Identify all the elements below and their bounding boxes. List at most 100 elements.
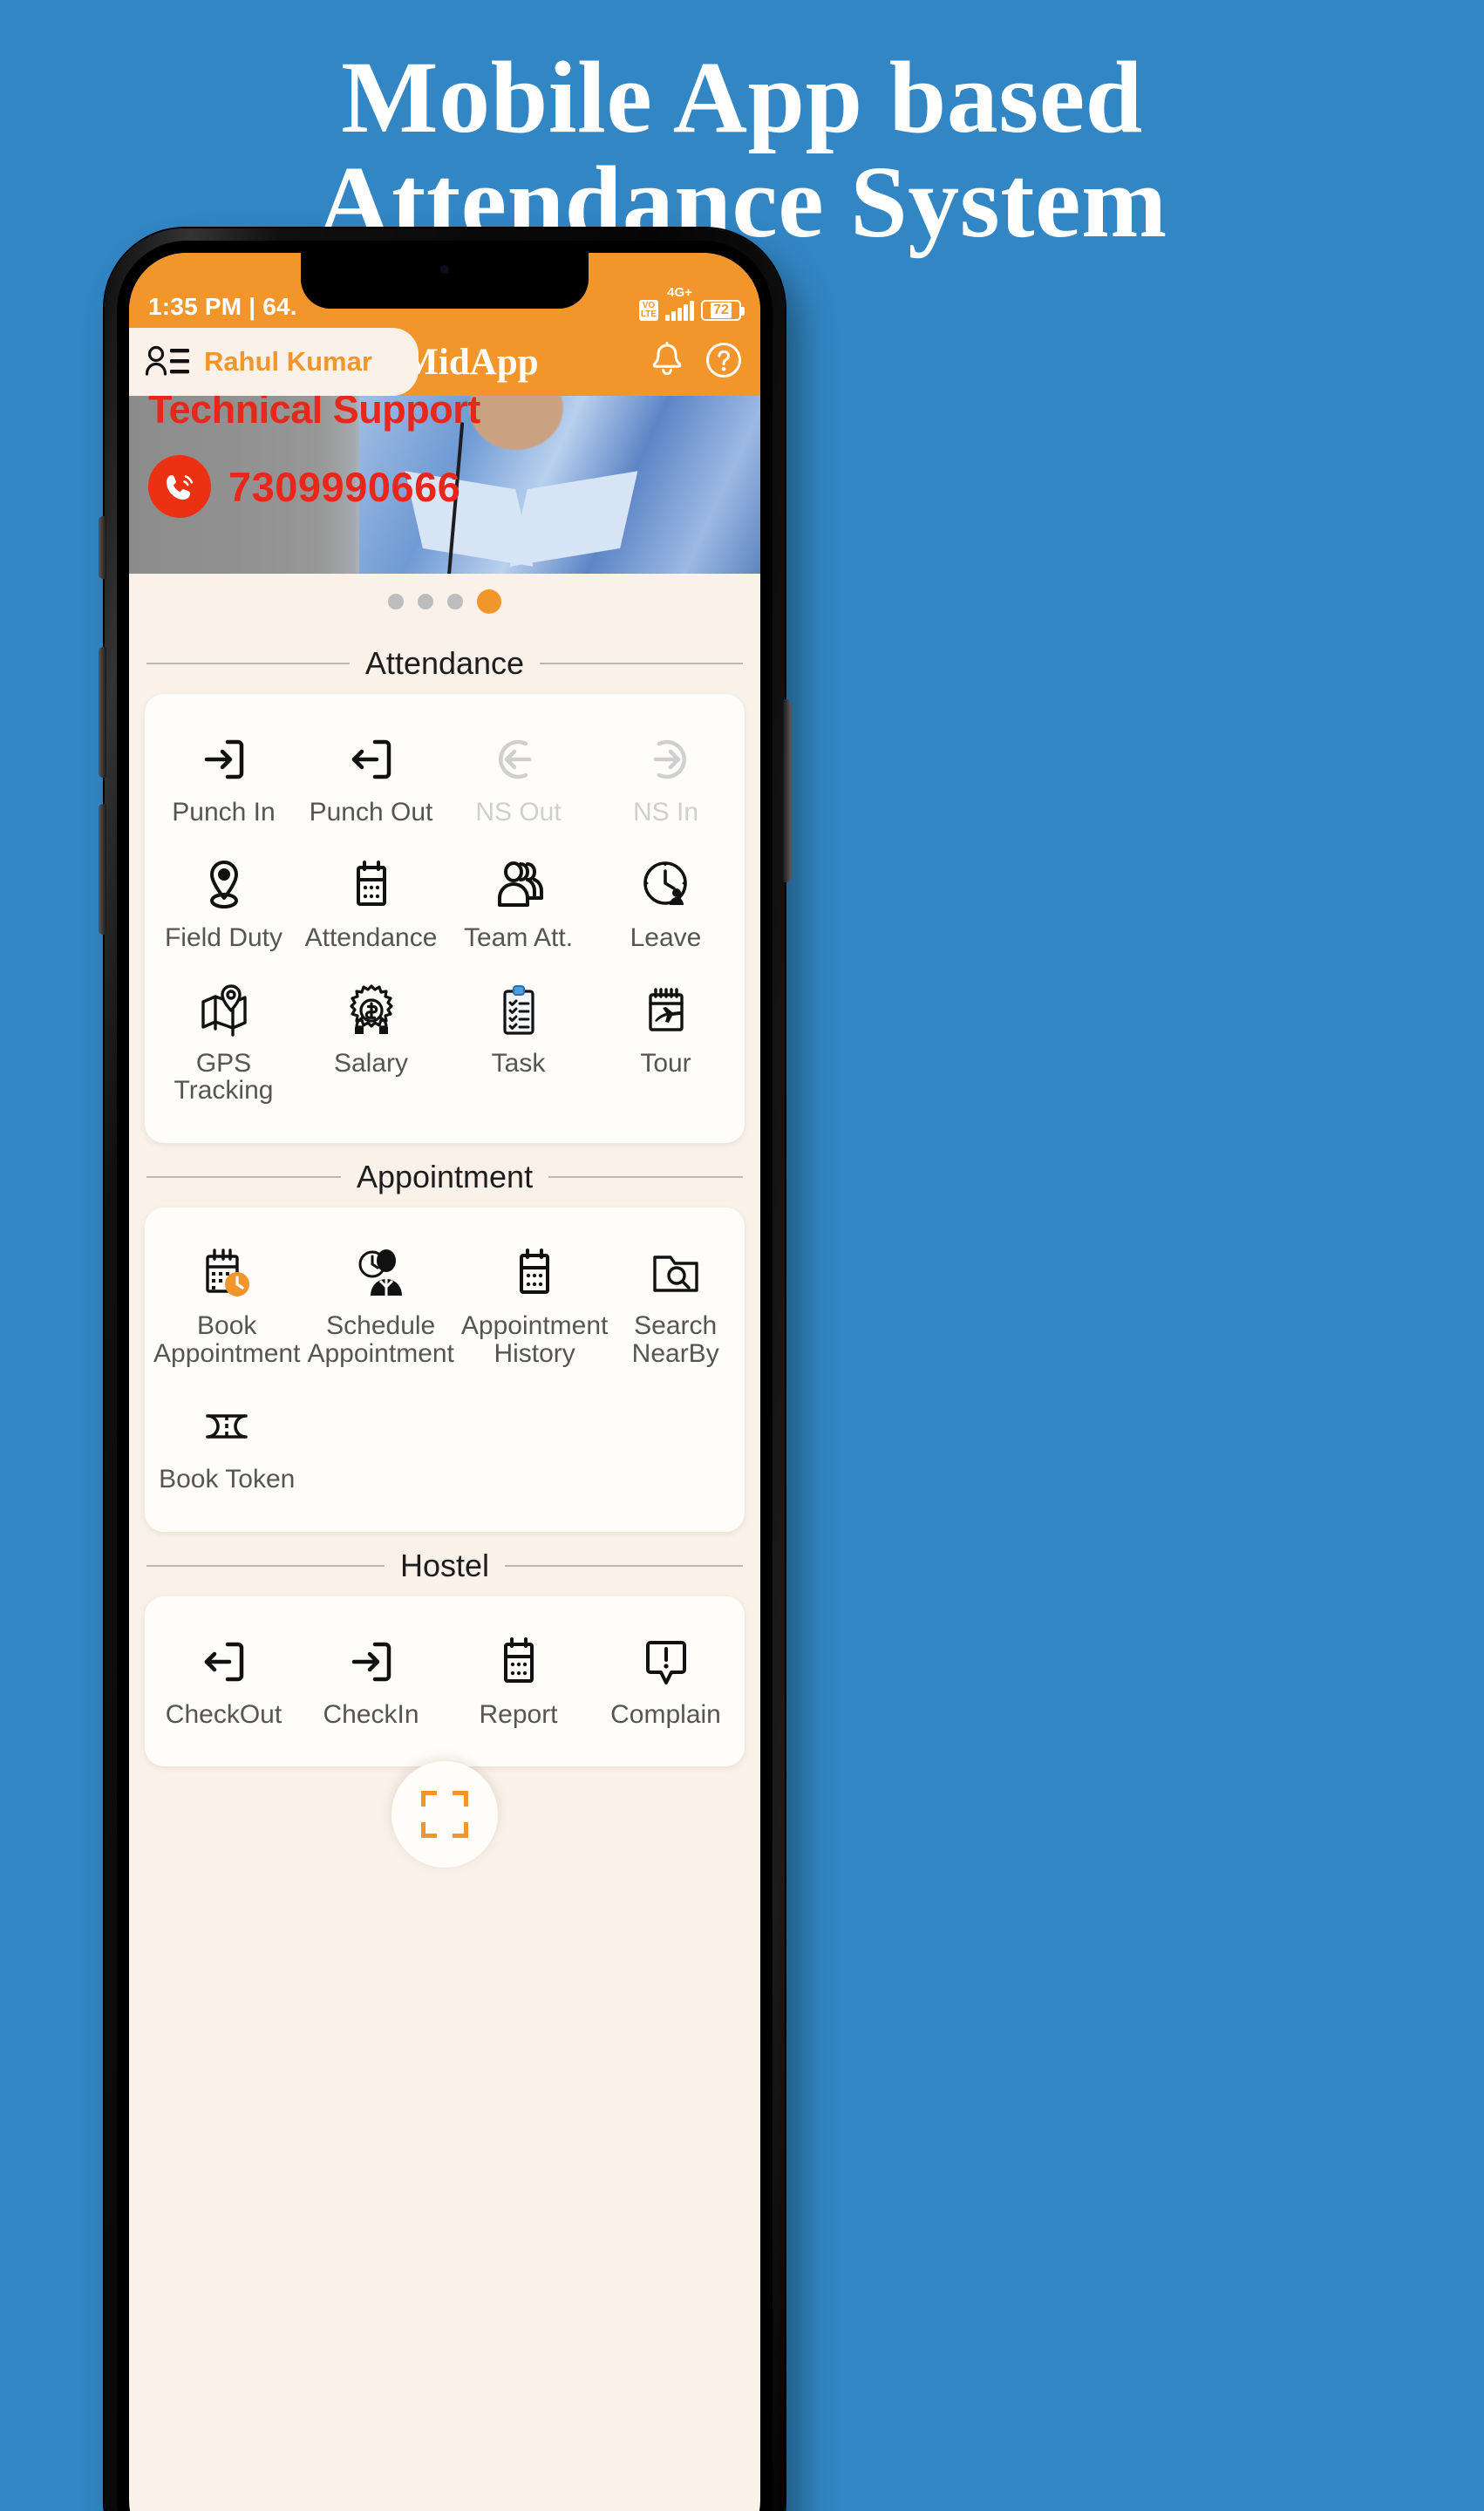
tile-attendance[interactable]: Attendance [297, 842, 445, 968]
status-bar: 1:35 PM | 64. VO LTE 4G+ 72 [129, 253, 760, 328]
tile-field-duty[interactable]: Field Duty [150, 842, 297, 968]
carousel-dot[interactable] [418, 594, 433, 609]
scan-qr-icon [421, 1791, 468, 1839]
tile-search-nearby[interactable]: Search NearBy [611, 1230, 739, 1384]
section-title: Appointment [356, 1159, 534, 1195]
tile-label: Tour [640, 1048, 691, 1078]
money-bag-hands-icon [344, 980, 399, 1041]
tile-ns-in[interactable]: NS In [592, 717, 739, 842]
circle-arrow-left-icon [491, 729, 547, 790]
login-arrow-right-icon [196, 729, 252, 790]
tile-complain[interactable]: Complain [592, 1619, 739, 1745]
carousel-dot[interactable] [388, 594, 404, 609]
tile-label: Attendance [304, 922, 438, 952]
tile-label: Book Appointment [153, 1311, 301, 1368]
tile-book-appointment[interactable]: Book Appointment [150, 1230, 303, 1384]
tile-label: Report [479, 1699, 558, 1729]
section-header-attendance: Attendance [129, 629, 760, 694]
help-circle-icon[interactable] [705, 341, 743, 384]
login-arrow-right-icon [344, 1631, 399, 1692]
phone-notch [301, 253, 589, 309]
tile-leave[interactable]: Leave [592, 842, 739, 968]
phone-mute-button[interactable] [99, 516, 106, 579]
carousel-dot[interactable] [447, 594, 463, 609]
section-header-appointment: Appointment [129, 1143, 760, 1208]
tile-label: NS Out [475, 798, 562, 827]
calendar-clock-icon [199, 1242, 255, 1303]
phone-power-button[interactable] [783, 699, 791, 882]
phone-screen: 1:35 PM | 64. VO LTE 4G+ 72 MidApp Rahul… [129, 253, 760, 2511]
scan-fab-button[interactable] [391, 1761, 498, 1868]
tile-label: Book Token [159, 1464, 296, 1494]
folder-search-icon [648, 1242, 704, 1303]
tile-label: NS In [632, 798, 699, 827]
hostel-grid: CheckOut CheckIn Report Complain [150, 1619, 739, 1745]
user-list-icon[interactable] [145, 344, 190, 379]
tile-label: Complain [610, 1699, 721, 1729]
tile-appointment-history[interactable]: Appointment History [458, 1230, 611, 1384]
tile-label: Search NearBy [631, 1311, 719, 1368]
battery-icon: 72 [701, 300, 745, 321]
tile-punch-in[interactable]: Punch In [150, 717, 297, 842]
calendar-icon [491, 1631, 547, 1692]
tile-empty [303, 1384, 457, 1509]
bell-icon[interactable] [649, 341, 685, 384]
section-header-hostel: Hostel [129, 1532, 760, 1596]
phone-call-icon[interactable] [148, 455, 211, 518]
tile-label: Appointment History [460, 1311, 609, 1368]
banner-title: Technical Support [148, 396, 480, 432]
tile-team-att[interactable]: Team Att. [445, 842, 592, 968]
clock-person-icon [638, 854, 694, 915]
tile-punch-out[interactable]: Punch Out [297, 717, 445, 842]
calendar-icon [344, 854, 399, 915]
tile-label: Leave [630, 922, 702, 952]
ticket-icon [199, 1396, 255, 1457]
hero-title-line-1: Mobile App based [341, 40, 1143, 154]
phone-mockup: 1:35 PM | 64. VO LTE 4G+ 72 MidApp Rahul… [99, 228, 791, 2511]
tile-label: CheckIn [323, 1699, 419, 1729]
divider-right [548, 1176, 744, 1179]
promo-banner[interactable]: Technical Support 7309990666 [129, 396, 760, 574]
signal-group: 4G+ [665, 285, 694, 321]
tile-salary[interactable]: Salary [297, 968, 445, 1121]
banner-call-row[interactable]: 7309990666 [148, 455, 460, 518]
status-time-text: 1:35 PM | 64. [148, 293, 297, 320]
user-profile-pill[interactable]: Rahul Kumar [129, 328, 419, 396]
tile-tour[interactable]: Tour [592, 968, 739, 1121]
circle-arrow-right-icon [638, 729, 694, 790]
tile-checkin[interactable]: CheckIn [297, 1619, 445, 1745]
carousel-dots[interactable] [129, 574, 760, 629]
main-content: Attendance Punch In Punch Out NS Out NS … [129, 629, 760, 1868]
network-type-text: 4G+ [667, 285, 692, 300]
user-name-label: Rahul Kumar [204, 346, 372, 377]
tile-report[interactable]: Report [445, 1619, 592, 1745]
tile-label: Salary [333, 1048, 409, 1078]
tile-task[interactable]: Task [445, 968, 592, 1121]
tile-gps-tracking[interactable]: GPS Tracking [150, 968, 297, 1121]
app-header-actions [649, 341, 743, 384]
logout-arrow-left-icon [196, 1631, 252, 1692]
tile-book-token[interactable]: Book Token [150, 1384, 303, 1509]
people-group-icon [489, 854, 548, 915]
person-clock-icon [353, 1242, 409, 1303]
carousel-dot-active[interactable] [477, 589, 501, 614]
tile-label: Task [491, 1048, 546, 1078]
phone-volume-down-button[interactable] [99, 804, 106, 935]
tile-empty [611, 1384, 739, 1509]
status-indicators: VO LTE 4G+ 72 [638, 285, 745, 321]
tile-label: CheckOut [165, 1699, 283, 1729]
calendar-icon [507, 1242, 562, 1303]
divider-left [146, 1564, 385, 1567]
phone-volume-up-button[interactable] [99, 647, 106, 778]
appointment-grid: Book Appointment Schedule Appointment Ap… [150, 1230, 739, 1508]
tile-ns-out[interactable]: NS Out [445, 717, 592, 842]
tile-schedule-appointment[interactable]: Schedule Appointment [303, 1230, 457, 1384]
calendar-plane-icon [638, 980, 694, 1041]
tile-checkout[interactable]: CheckOut [150, 1619, 297, 1745]
location-pin-icon [196, 854, 252, 915]
hostel-card: CheckOut CheckIn Report Complain [145, 1596, 745, 1767]
tile-label: Punch Out [309, 798, 433, 827]
tile-label: GPS Tracking [174, 1048, 274, 1106]
section-title: Attendance [364, 645, 525, 681]
attendance-grid: Punch In Punch Out NS Out NS In Field Du… [150, 717, 739, 1120]
